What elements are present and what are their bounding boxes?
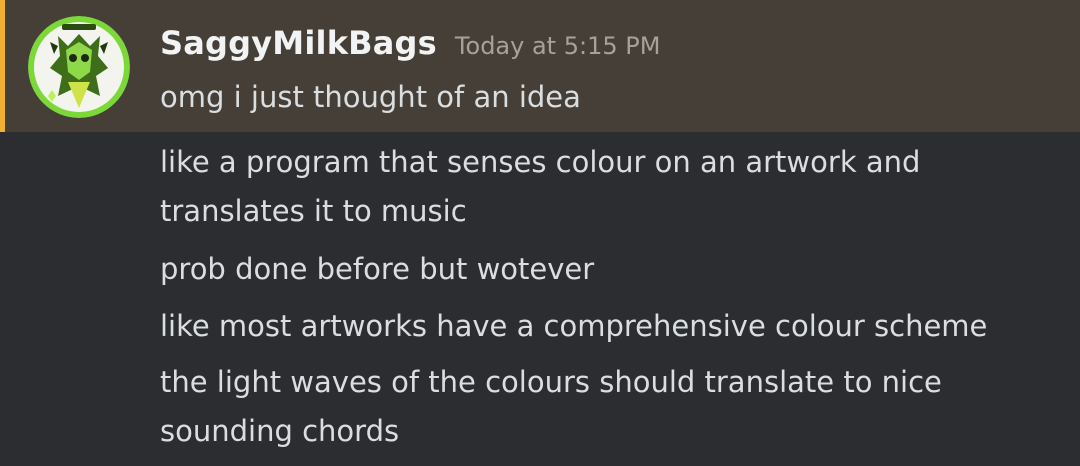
message-text: translates it to music [160,194,467,228]
message-text: sounding chords [160,414,400,448]
message-text: the light waves of the colours should tr… [160,365,942,399]
message-text: like a program that senses colour on an … [160,145,921,179]
message-text: like most artworks have a comprehensive … [160,309,988,343]
timestamp[interactable]: Today at 5:15 PM [455,32,661,60]
message-text: prob done before but wotever [160,252,595,286]
mention-highlight-bar [0,0,5,132]
username[interactable]: SaggyMilkBags [160,24,437,62]
message-text: omg i just thought of an idea [160,80,581,114]
chat-message-list: SaggyMilkBags Today at 5:15 PM omg i jus… [0,0,1080,466]
message-header: SaggyMilkBags Today at 5:15 PM [160,24,660,74]
avatar[interactable] [28,16,130,118]
message-group-highlighted[interactable]: SaggyMilkBags Today at 5:15 PM omg i jus… [0,0,1080,132]
avatar-image [28,16,130,118]
